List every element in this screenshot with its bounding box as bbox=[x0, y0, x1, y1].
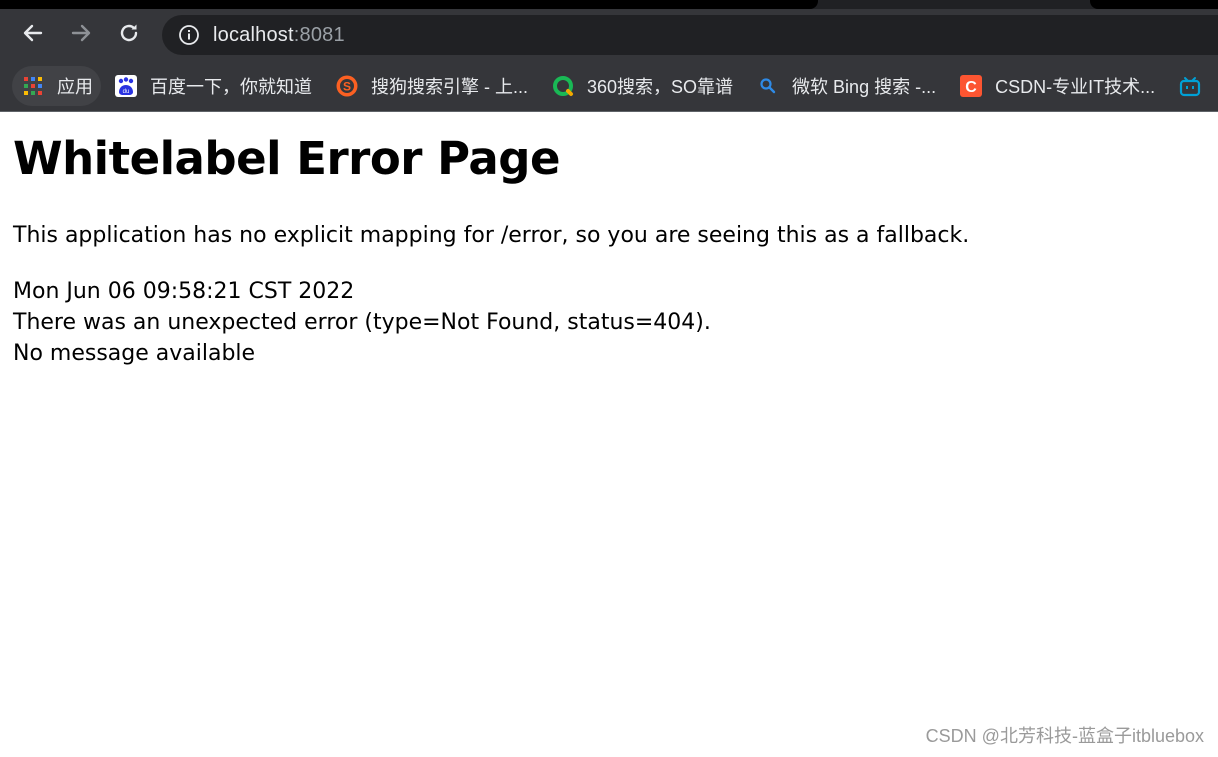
bookmark-label: 搜狗搜索引擎 - 上... bbox=[371, 77, 528, 97]
sogou-icon: S bbox=[336, 75, 358, 97]
page-title: Whitelabel Error Page bbox=[13, 132, 561, 185]
url-port: :8081 bbox=[293, 23, 345, 46]
bing-search-icon bbox=[757, 75, 779, 97]
back-button[interactable] bbox=[21, 21, 45, 45]
bookmark-label: CSDN-专业IT技术... bbox=[995, 77, 1156, 97]
bookmark-label: 360搜索，SO靠谱 bbox=[587, 77, 734, 97]
address-bar[interactable]: localhost:8081 bbox=[162, 15, 1218, 55]
browser-toolbar: localhost:8081 bbox=[0, 9, 1218, 61]
error-description: This application has no explicit mapping… bbox=[13, 223, 970, 248]
page-content: Whitelabel Error Page This application h… bbox=[0, 112, 1218, 757]
site-info-icon[interactable] bbox=[178, 24, 200, 46]
error-message: No message available bbox=[13, 341, 256, 366]
bookmark-sogou[interactable]: S 搜狗搜索引擎 - 上... bbox=[326, 66, 538, 106]
url-host: localhost bbox=[213, 23, 294, 46]
bookmark-apps[interactable]: 应用 bbox=[12, 66, 101, 106]
svg-text:C: C bbox=[965, 79, 977, 96]
url-text[interactable]: localhost:8081 bbox=[213, 24, 345, 47]
reload-button[interactable] bbox=[117, 21, 141, 45]
baidu-icon: du bbox=[115, 75, 137, 97]
error-details: Mon Jun 06 09:58:21 CST 2022 There was a… bbox=[13, 276, 711, 369]
csdn-icon: C bbox=[960, 75, 983, 97]
active-tab[interactable] bbox=[0, 0, 818, 9]
bookmark-bing[interactable]: 微软 Bing 搜索 -... bbox=[747, 66, 946, 106]
so360-icon bbox=[552, 75, 574, 97]
bilibili-icon bbox=[1179, 75, 1201, 97]
bookmark-label: 应用 bbox=[57, 77, 93, 97]
bookmarks-bar: 应用 du 百度一下，你就知道 S 搜狗搜索引擎 - 上... 360搜索，SO… bbox=[0, 61, 1218, 111]
bookmark-label: 微软 Bing 搜索 -... bbox=[792, 77, 937, 97]
browser-chrome: localhost:8081 应用 du 百度一下，你就知道 S 搜狗搜索引擎 … bbox=[0, 0, 1218, 112]
arrow-right-icon bbox=[71, 24, 91, 42]
bookmark-csdn[interactable]: C CSDN-专业IT技术... bbox=[950, 66, 1165, 106]
error-status-line: There was an unexpected error (type=Not … bbox=[13, 310, 711, 335]
arrow-left-icon bbox=[23, 24, 43, 42]
svg-text:S: S bbox=[343, 80, 351, 94]
bookmark-baidu[interactable]: du 百度一下，你就知道 bbox=[105, 66, 322, 106]
bookmark-360[interactable]: 360搜索，SO靠谱 bbox=[542, 66, 743, 106]
tab-strip bbox=[0, 0, 1218, 9]
bookmark-label: 百度一下，你就知道 bbox=[150, 77, 312, 97]
svg-text:du: du bbox=[123, 89, 130, 95]
error-timestamp: Mon Jun 06 09:58:21 CST 2022 bbox=[13, 279, 355, 304]
new-tab-area[interactable] bbox=[1090, 0, 1218, 9]
watermark-text: CSDN @北芳科技-蓝盒子itbluebox bbox=[925, 726, 1204, 746]
bookmark-bilibili[interactable] bbox=[1169, 66, 1214, 106]
apps-grid-icon bbox=[22, 75, 44, 97]
forward-button[interactable] bbox=[69, 21, 93, 45]
reload-icon bbox=[120, 24, 138, 42]
